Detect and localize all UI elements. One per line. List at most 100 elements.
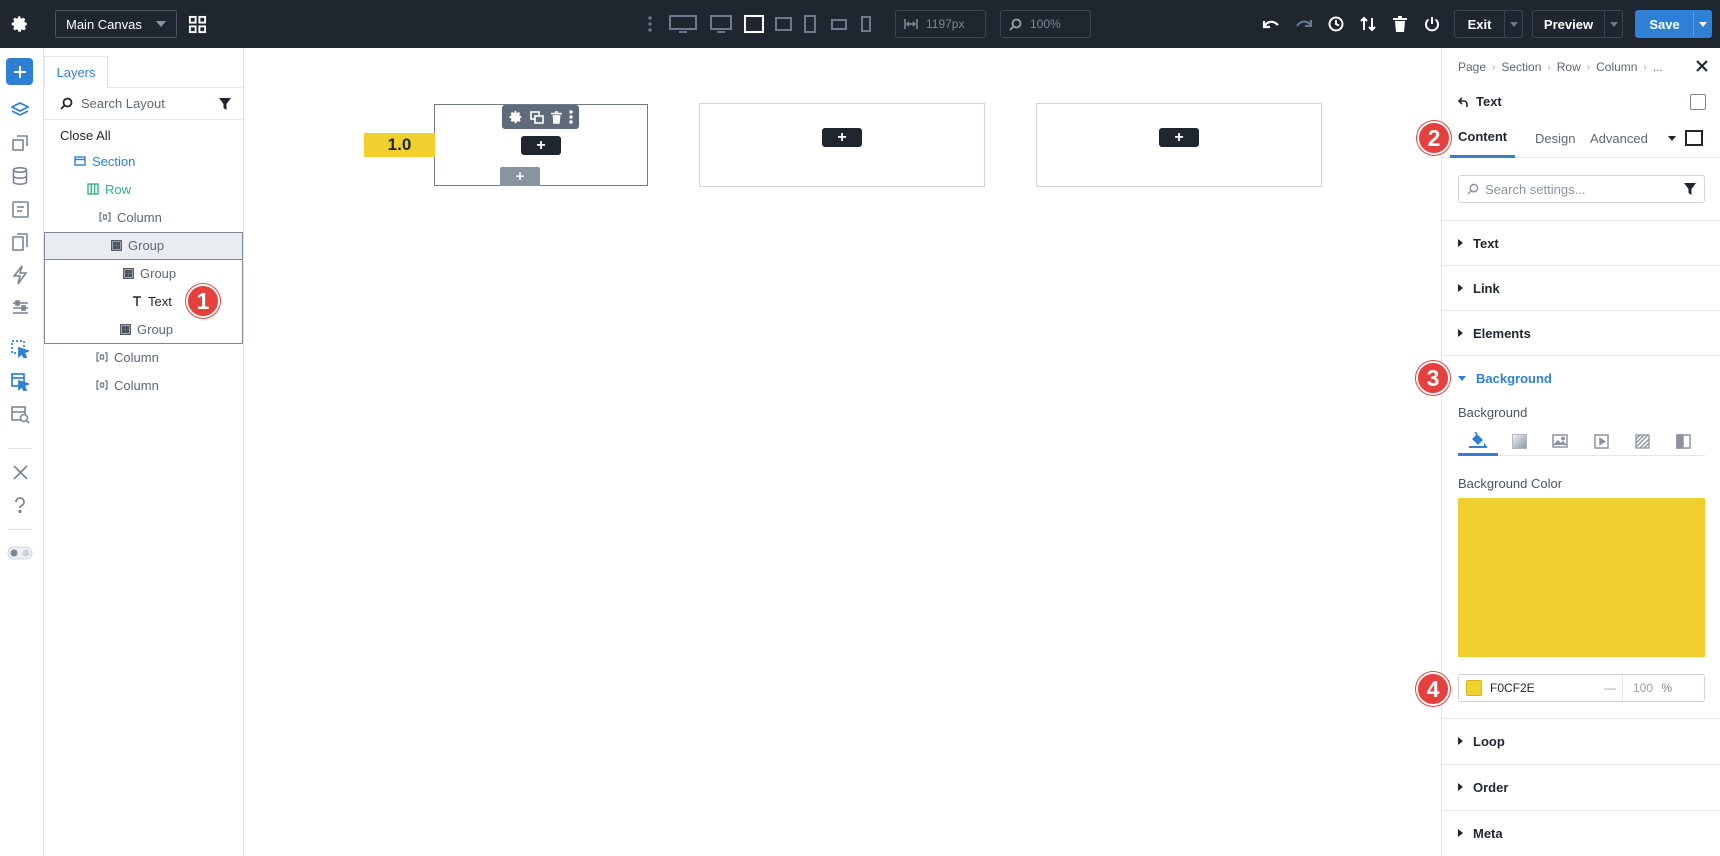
tab-content[interactable]: Content <box>1450 118 1516 158</box>
section-order[interactable]: Order <box>1442 764 1720 809</box>
add-row-button[interactable]: + <box>500 167 540 186</box>
video-icon[interactable] <box>1581 426 1621 456</box>
module-title-label: Text <box>1476 94 1502 109</box>
color-hex-value[interactable]: F0CF2E <box>1490 681 1598 695</box>
pages-icon[interactable] <box>9 231 31 253</box>
tablet-icon[interactable] <box>801 14 819 34</box>
preview-options-button[interactable] <box>1604 11 1622 37</box>
image-icon[interactable] <box>1540 426 1580 456</box>
layout-search-icon[interactable] <box>9 404 31 426</box>
exit-options-button[interactable] <box>1504 11 1522 37</box>
tab-more-dropdown[interactable] <box>1668 118 1676 158</box>
filter-icon[interactable] <box>219 98 231 113</box>
layer-column[interactable]: Column <box>99 207 162 227</box>
trash-icon[interactable] <box>1389 14 1411 34</box>
add-module-button[interactable] <box>6 58 33 85</box>
layer-group[interactable]: Group <box>120 319 173 339</box>
theme-builder-icon[interactable] <box>9 132 31 154</box>
color-fill-icon[interactable] <box>1458 426 1498 456</box>
panel-options-icon[interactable] <box>1690 94 1706 110</box>
layer-column[interactable]: Column <box>96 347 159 367</box>
tablet-landscape-icon[interactable] <box>773 15 793 33</box>
builder-canvas[interactable]: 1.0 + + + + <box>244 48 1441 856</box>
redo-icon[interactable] <box>1293 14 1315 34</box>
breadcrumb-item[interactable]: Column <box>1596 60 1637 74</box>
settings-icon[interactable] <box>509 110 523 124</box>
breadcrumb-item[interactable]: Page <box>1458 60 1486 74</box>
breadcrumb-item[interactable]: ... <box>1653 60 1663 74</box>
plus-icon: + <box>536 136 546 154</box>
monitor-wide-icon[interactable] <box>668 14 698 34</box>
section-elements[interactable]: Elements <box>1442 310 1720 355</box>
close-icon[interactable] <box>1696 60 1708 75</box>
save-button[interactable]: Save <box>1635 10 1712 38</box>
section-loop[interactable]: Loop <box>1442 718 1720 763</box>
gear-icon[interactable] <box>10 14 30 34</box>
breadcrumb-item[interactable]: Row <box>1557 60 1581 74</box>
tab-design[interactable]: Design <box>1527 118 1583 158</box>
laptop-icon[interactable] <box>743 14 765 34</box>
opacity-field[interactable]: 100 % <box>1622 675 1672 701</box>
duplicate-icon[interactable] <box>529 110 544 124</box>
canvas-select[interactable]: Main Canvas <box>55 10 177 38</box>
save-options-button[interactable] <box>1693 11 1711 37</box>
monitor-icon[interactable] <box>709 14 733 34</box>
tab-advanced[interactable]: Advanced <box>1580 118 1658 158</box>
color-picker-swatch[interactable] <box>1458 498 1705 657</box>
caret-right-icon <box>1458 829 1463 837</box>
sort-icon[interactable] <box>1357 14 1379 34</box>
layer-search-input[interactable]: Search Layout <box>44 88 244 120</box>
text-module[interactable]: 1.0 <box>364 133 435 157</box>
layer-group[interactable]: Group <box>123 263 176 283</box>
toggle-icon[interactable] <box>7 542 33 564</box>
exit-button[interactable]: Exit <box>1454 10 1523 38</box>
grid-icon[interactable] <box>187 14 207 34</box>
preset-icon[interactable] <box>1685 118 1703 158</box>
color-swatch[interactable] <box>1466 680 1482 696</box>
multi-select-icon[interactable] <box>9 371 31 393</box>
section-meta[interactable]: Meta <box>1442 810 1720 855</box>
settings-search-input[interactable]: Search settings... <box>1458 175 1705 203</box>
tools-icon[interactable] <box>9 461 31 483</box>
phone-landscape-icon[interactable] <box>829 15 849 33</box>
phone-icon[interactable] <box>858 14 874 34</box>
pattern-icon[interactable] <box>1622 426 1662 456</box>
add-module-button[interactable]: + <box>1159 128 1199 147</box>
select-icon[interactable] <box>9 338 31 360</box>
mask-icon[interactable] <box>1663 426 1703 456</box>
add-module-button[interactable]: + <box>822 128 862 147</box>
layers-icon[interactable] <box>9 99 31 121</box>
section-background[interactable]: Background <box>1442 355 1720 400</box>
filter-icon[interactable] <box>1684 183 1696 195</box>
preview-button[interactable]: Preview <box>1532 10 1623 38</box>
close-all-button[interactable]: Close All <box>60 125 111 145</box>
more-vertical-icon[interactable] <box>645 14 655 34</box>
layer-row[interactable]: Row <box>87 179 131 199</box>
database-icon[interactable] <box>9 165 31 187</box>
history-icon[interactable] <box>1325 14 1347 34</box>
power-icon[interactable] <box>1421 14 1443 34</box>
undo-icon[interactable] <box>1260 14 1282 34</box>
form-icon[interactable] <box>9 198 31 220</box>
more-vertical-icon[interactable] <box>568 110 573 124</box>
layer-text[interactable]: Text <box>132 291 172 311</box>
layer-section[interactable]: Section <box>74 151 135 171</box>
section-text[interactable]: Text <box>1442 220 1720 265</box>
help-icon[interactable] <box>9 494 31 516</box>
sliders-icon[interactable] <box>9 297 31 319</box>
gradient-icon[interactable] <box>1499 426 1539 456</box>
zoom-field[interactable]: 100% <box>1000 10 1091 38</box>
section-link[interactable]: Link <box>1442 265 1720 310</box>
layer-group-selected[interactable]: Group <box>111 235 164 255</box>
lightning-icon[interactable] <box>9 264 31 286</box>
chevron-down-icon <box>156 21 166 27</box>
breadcrumb-item[interactable]: Section <box>1501 60 1541 74</box>
canvas-width-field[interactable]: 1197px <box>895 10 986 38</box>
add-module-button[interactable]: + <box>521 136 561 155</box>
close-all-label: Close All <box>60 127 111 143</box>
back-arrow-icon[interactable] <box>1458 96 1468 107</box>
trash-icon[interactable] <box>550 110 562 124</box>
layer-column[interactable]: Column <box>96 375 159 395</box>
color-input[interactable]: F0CF2E — 100 % <box>1458 674 1705 702</box>
tab-layers[interactable]: Layers <box>44 56 108 88</box>
